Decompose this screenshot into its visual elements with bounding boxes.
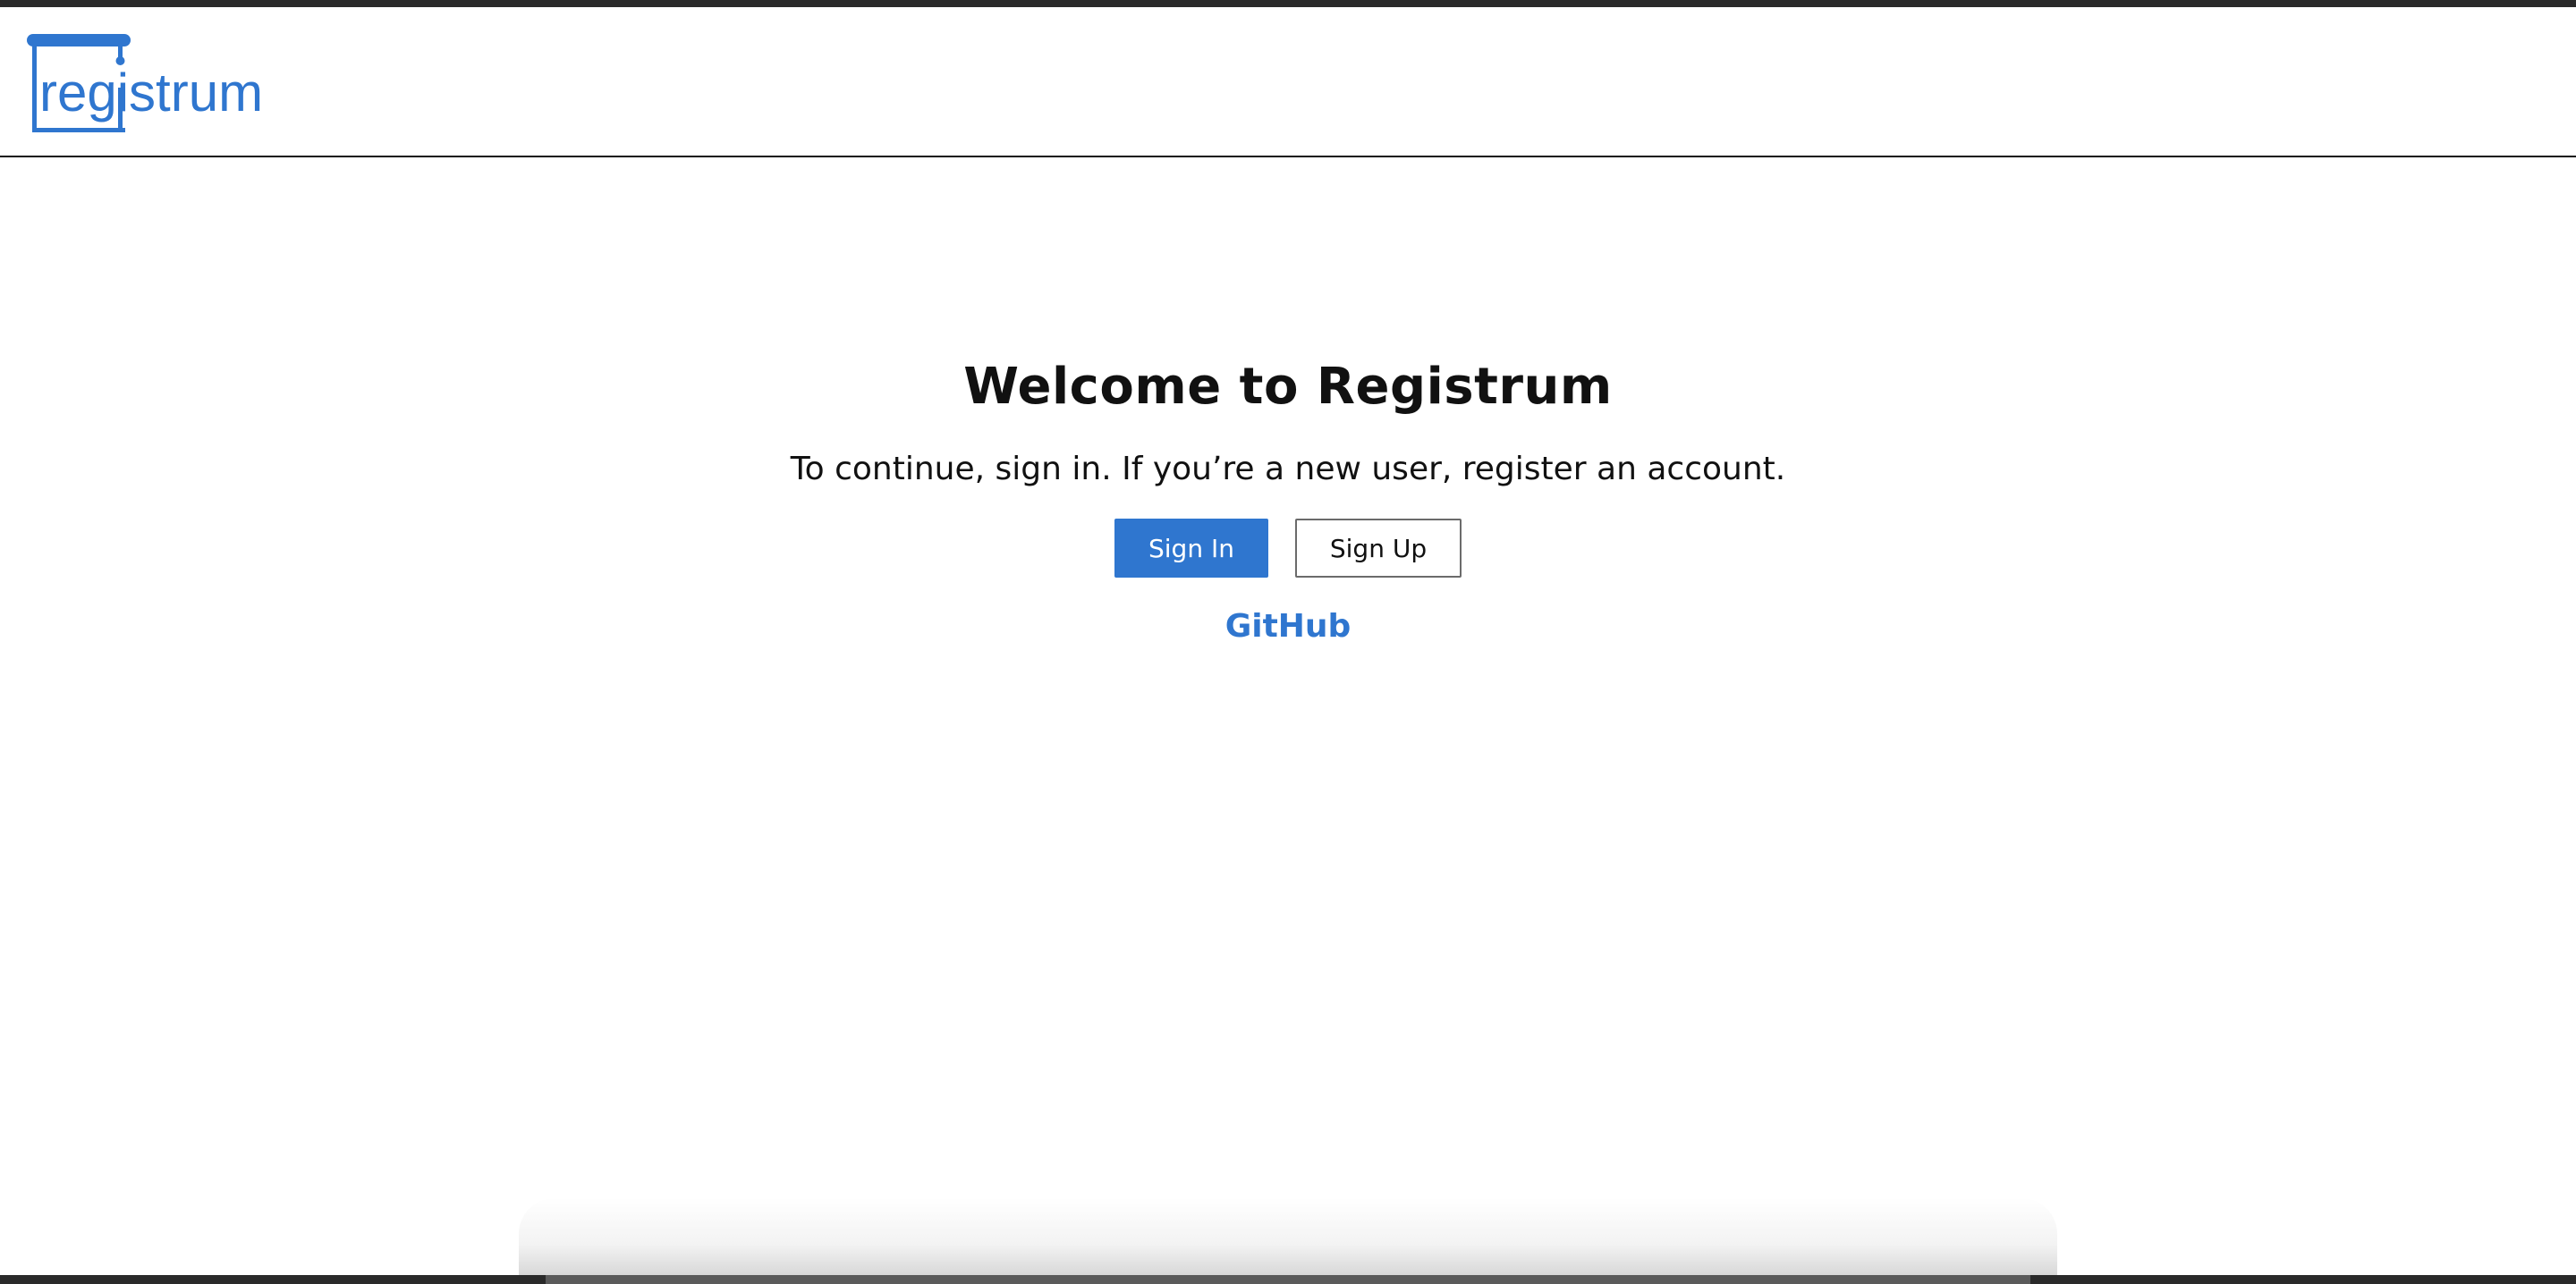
sign-up-button[interactable]: Sign Up: [1295, 519, 1462, 578]
auth-button-group: Sign In Sign Up: [0, 519, 2576, 578]
dock-shadow: [519, 1198, 2057, 1275]
sign-in-button[interactable]: Sign In: [1114, 519, 1268, 578]
logo-wordmark: registrum: [39, 63, 261, 122]
logo-icon: registrum: [27, 34, 261, 132]
app-header: registrum: [0, 7, 2576, 157]
page-title: Welcome to Registrum: [963, 358, 1613, 416]
window-top-frame: [0, 0, 2576, 7]
github-link-label[interactable]: GitHub: [1225, 608, 1352, 645]
github-link[interactable]: GitHub: [0, 608, 2576, 645]
registrum-logo[interactable]: registrum: [27, 34, 261, 132]
page-subtitle: To continue, sign in. If you’re a new us…: [790, 451, 1786, 487]
dock-bar: [546, 1275, 2030, 1284]
